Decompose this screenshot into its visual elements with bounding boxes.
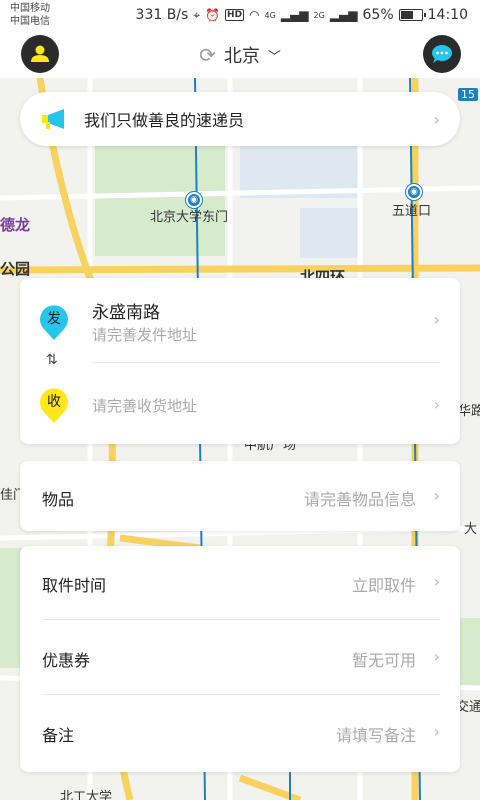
signal-2-icon: ▂▄▆	[329, 8, 358, 22]
hd-icon: HD	[225, 9, 245, 21]
status-icons: 331 B/s ⌖ ⏰ HD ◠ 4G ▂▄▆ 2G ▂▄▆ 65% 14:10	[136, 7, 468, 23]
receiver-row[interactable]: 收 请完善收货地址 ›	[20, 363, 460, 444]
clock: 14:10	[427, 7, 468, 23]
sender-row[interactable]: 发 永盛南路 请完善发件地址 ›	[20, 278, 460, 362]
city-name: 北京	[223, 46, 260, 67]
map-label: 五道口	[392, 204, 432, 219]
battery-icon	[398, 9, 426, 21]
pickup-time-row[interactable]: 取件时间 立即取件 ›	[20, 546, 460, 619]
map-label: 北工大学	[60, 790, 113, 800]
battery-fill	[400, 11, 413, 19]
sender-pin-label: 发	[47, 311, 61, 327]
status-bar: 中国移动 中国电信 331 B/s ⌖ ⏰ HD ◠ 4G ▂▄▆ 2G ▂▄▆…	[0, 0, 480, 32]
city-selector[interactable]: ⟳ 北京 ﹀	[0, 42, 480, 68]
sender-address: 永盛南路	[92, 303, 160, 323]
net-2g-label: 2G	[313, 10, 325, 20]
goods-label: 物品	[42, 490, 75, 509]
top-nav: ⟳ 北京 ﹀	[0, 32, 480, 78]
metro-station-icon: ◉	[406, 184, 422, 200]
chevron-right-icon: ›	[433, 722, 440, 741]
pickup-time-label: 取件时间	[42, 576, 107, 595]
alarm-icon: ⏰	[205, 8, 221, 22]
receiver-address-hint: 请完善收货地址	[92, 397, 198, 415]
net-speed: 331 B/s	[135, 7, 189, 23]
goods-row[interactable]: 物品 请完善物品信息 ›	[20, 461, 460, 531]
battery-percent: 65%	[362, 7, 394, 23]
map-label: 华路	[458, 404, 480, 419]
coupon-value: 暂无可用	[351, 651, 416, 670]
chat-button[interactable]	[423, 35, 461, 73]
chevron-right-icon: ›	[433, 486, 440, 505]
receiver-pin-label: 收	[47, 394, 61, 410]
goods-value: 请完善物品信息	[303, 490, 416, 509]
refresh-icon[interactable]: ⟳	[199, 43, 216, 67]
net-4g-label: 4G	[264, 10, 276, 20]
map-label: 大	[464, 522, 478, 537]
chevron-right-icon: ›	[433, 572, 440, 591]
coupon-row[interactable]: 优惠券 暂无可用 ›	[20, 620, 460, 695]
map-label: 北京大学东门	[150, 210, 229, 225]
chevron-right-icon: ›	[433, 109, 440, 129]
sender-pin-icon: 发	[38, 302, 70, 340]
megaphone-icon	[42, 109, 64, 129]
note-label: 备注	[42, 726, 75, 745]
map-label: 德龙	[0, 216, 31, 234]
address-card: 发 永盛南路 请完善发件地址 › ⇅ 收 请完善收货地址 ›	[20, 278, 460, 444]
location-icon: ⌖	[193, 7, 201, 22]
chevron-right-icon: ›	[433, 647, 440, 666]
chevron-down-icon: ﹀	[267, 49, 281, 65]
carrier-1: 中国移动	[10, 3, 50, 14]
wifi-icon: ◠	[249, 8, 260, 22]
options-card: 取件时间 立即取件 › 优惠券 暂无可用 › 备注 请填写备注 ›	[20, 546, 460, 772]
chat-bubble-icon	[432, 45, 452, 63]
note-value: 请填写备注	[335, 726, 416, 745]
carrier-2: 中国电信	[10, 16, 50, 27]
banner-text: 我们只做善良的速递员	[84, 111, 245, 130]
map-label: 公园	[0, 260, 31, 278]
sender-address-hint: 请完善发件地址	[92, 326, 198, 344]
coupon-label: 优惠券	[42, 651, 91, 670]
signal-icon: ▂▄▆	[280, 8, 309, 22]
carrier-info: 中国移动 中国电信	[10, 2, 50, 28]
receiver-pin-icon: 收	[38, 385, 70, 423]
pickup-time-value: 立即取件	[351, 576, 416, 595]
road-shield: 15	[458, 88, 478, 101]
chevron-right-icon: ›	[433, 395, 440, 414]
note-row[interactable]: 备注 请填写备注 ›	[20, 695, 460, 772]
promo-banner[interactable]: 我们只做善良的速递员 ›	[20, 92, 460, 146]
chevron-right-icon: ›	[433, 310, 440, 329]
